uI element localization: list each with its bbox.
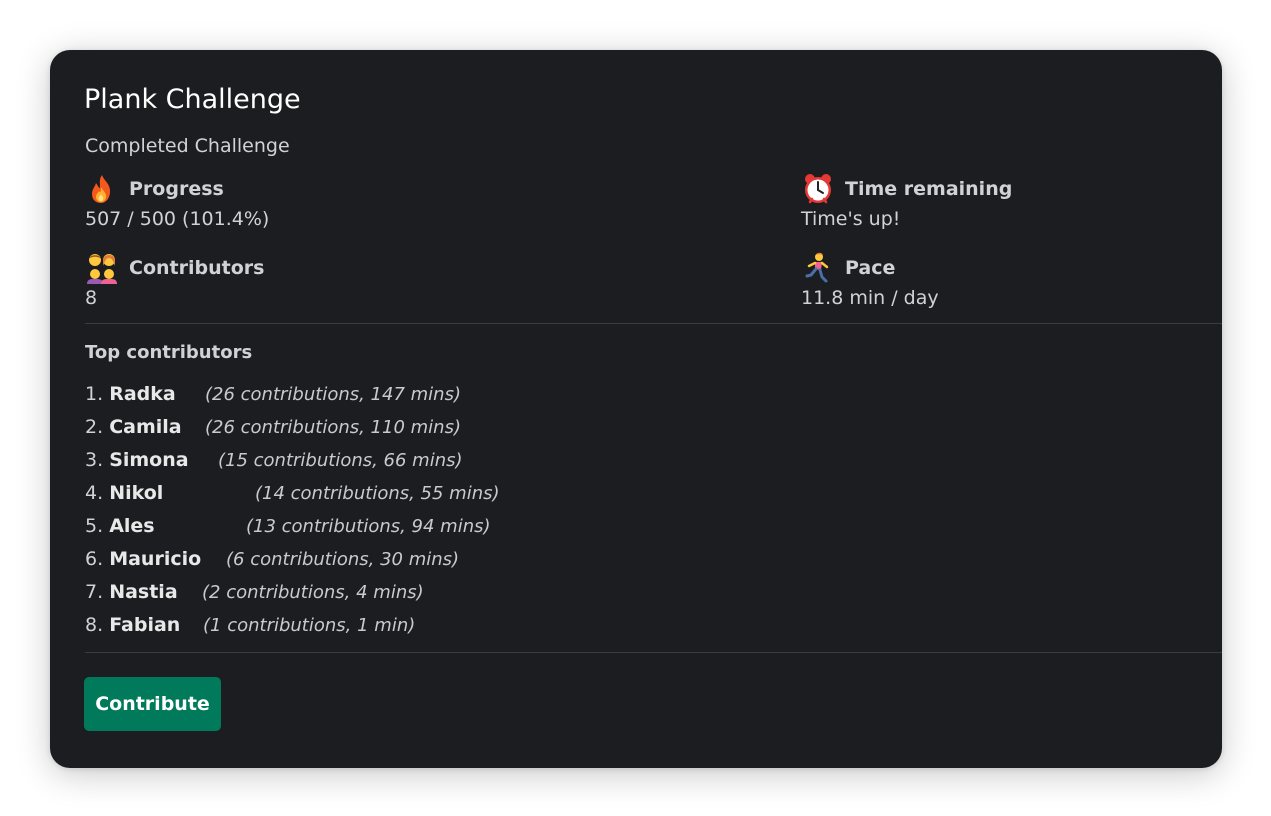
challenge-status: Completed Challenge xyxy=(85,135,290,157)
contribution-detail: (13 contributions, 94 mins) xyxy=(246,516,491,537)
contribution-detail: (14 contributions, 55 mins) xyxy=(255,483,500,504)
contributor-name: Ales xyxy=(109,515,155,537)
rank: 8. xyxy=(85,614,104,636)
list-item: 8. Fabian (1 contributions, 1 min) xyxy=(85,614,415,647)
contributors-value: 8 xyxy=(85,287,98,309)
contributor-name: Nastia xyxy=(109,581,178,603)
rank: 6. xyxy=(85,548,104,570)
contribution-detail: (2 contributions, 4 mins) xyxy=(202,582,424,603)
time-remaining-label: Time remaining xyxy=(845,178,1013,200)
progress-label: Progress xyxy=(129,178,224,200)
contributors-field: Contributors 8 xyxy=(85,252,264,309)
running-person-icon xyxy=(801,252,835,284)
time-remaining-field: Time remaining Time's up! xyxy=(801,173,1012,230)
list-item: 3. Simona (15 contributions, 66 mins) xyxy=(85,449,463,482)
divider xyxy=(85,323,1222,324)
list-item: 4. Nikol (14 contributions, 55 mins) xyxy=(85,482,500,515)
fire-icon xyxy=(85,173,119,205)
time-remaining-value: Time's up! xyxy=(801,208,901,230)
contribution-detail: (15 contributions, 66 mins) xyxy=(218,450,463,471)
pace-label: Pace xyxy=(845,257,896,279)
contributor-name: Fabian xyxy=(109,614,181,636)
contribution-detail: (26 contributions, 110 mins) xyxy=(205,417,461,438)
challenge-title: Plank Challenge xyxy=(84,84,301,115)
list-item: 2. Camila (26 contributions, 110 mins) xyxy=(85,416,461,449)
list-item: 1. Radka (26 contributions, 147 mins) xyxy=(85,383,461,416)
contribution-detail: (6 contributions, 30 mins) xyxy=(226,549,460,570)
contributor-name: Radka xyxy=(109,383,176,405)
rank: 2. xyxy=(85,416,104,438)
list-item: 6. Mauricio (6 contributions, 30 mins) xyxy=(85,548,459,581)
divider xyxy=(85,652,1222,653)
pace-field: Pace 11.8 min / day xyxy=(801,252,939,309)
rank: 4. xyxy=(85,482,104,504)
list-item: 5. Ales (13 contributions, 94 mins) xyxy=(85,515,491,548)
challenge-card: Plank Challenge Completed Challenge Prog… xyxy=(50,50,1222,768)
contributor-name: Nikol xyxy=(109,482,164,504)
alarm-clock-icon xyxy=(801,173,835,205)
progress-field: Progress 507 / 500 (101.4%) xyxy=(85,173,269,230)
contributor-name: Simona xyxy=(109,449,189,471)
list-item: 7. Nastia (2 contributions, 4 mins) xyxy=(85,581,424,614)
family-icon xyxy=(85,252,119,284)
rank: 3. xyxy=(85,449,104,471)
rank: 1. xyxy=(85,383,104,405)
rank: 7. xyxy=(85,581,104,603)
contributor-name: Mauricio xyxy=(109,548,202,570)
rank: 5. xyxy=(85,515,104,537)
contribution-detail: (1 contributions, 1 min) xyxy=(203,615,416,636)
contribute-button[interactable]: Contribute xyxy=(84,677,221,731)
top-contributors-title: Top contributors xyxy=(85,342,253,363)
contributor-name: Camila xyxy=(109,416,182,438)
contribution-detail: (26 contributions, 147 mins) xyxy=(205,384,461,405)
contributors-label: Contributors xyxy=(129,257,265,279)
pace-value: 11.8 min / day xyxy=(801,287,939,309)
progress-value: 507 / 500 (101.4%) xyxy=(85,208,270,230)
top-contributors-list: 1. Radka (26 contributions, 147 mins) 2.… xyxy=(85,383,500,647)
